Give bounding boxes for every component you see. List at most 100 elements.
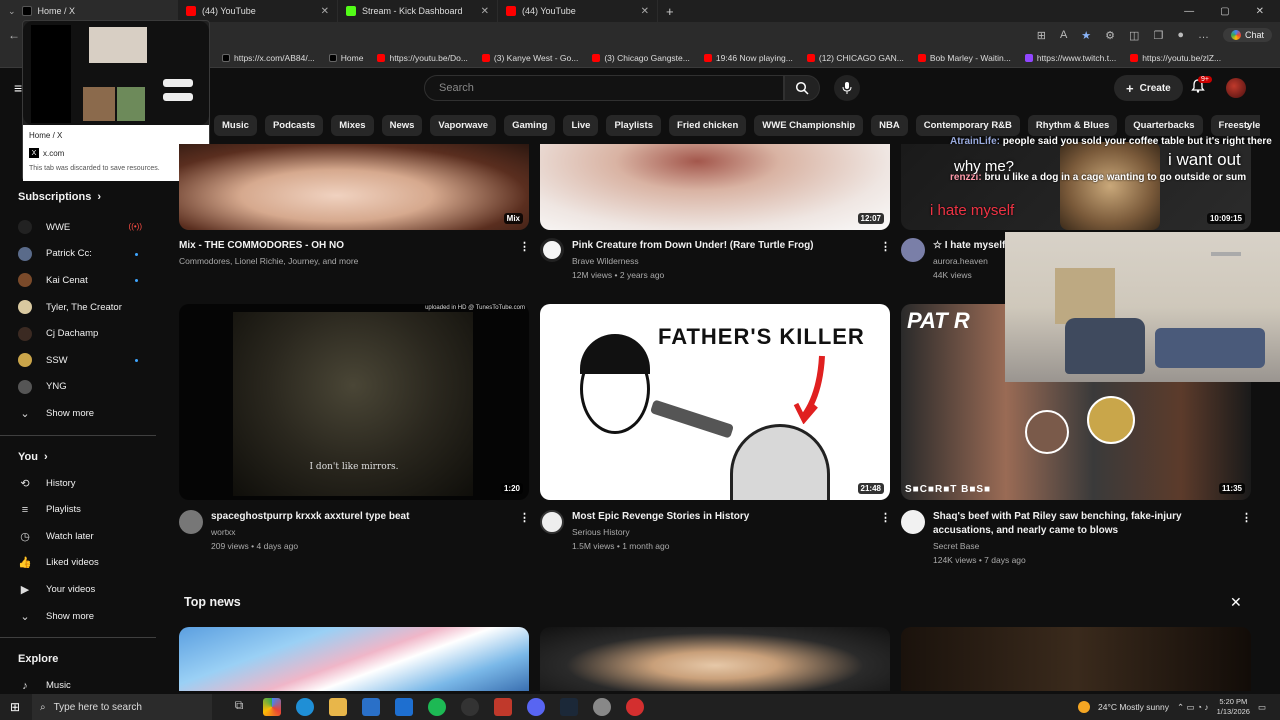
subscription-item[interactable]: Kai Cenat bbox=[0, 267, 160, 294]
category-chip[interactable]: Contemporary R&B bbox=[915, 114, 1020, 136]
app-icon[interactable] bbox=[494, 698, 512, 716]
favorites-star-icon[interactable]: ★ bbox=[1081, 29, 1091, 42]
account-avatar[interactable] bbox=[1226, 78, 1246, 98]
category-chip[interactable]: WWE Championship bbox=[754, 114, 864, 136]
channel-name[interactable]: Secret Base bbox=[933, 541, 979, 551]
split-screen-icon[interactable]: ◫ bbox=[1129, 29, 1139, 42]
category-chip[interactable]: Podcasts bbox=[264, 114, 324, 136]
close-tab-icon[interactable]: ✕ bbox=[481, 6, 489, 17]
bookmark-item[interactable]: https://www.twitch.t... bbox=[1024, 53, 1116, 63]
channel-name[interactable]: Serious History bbox=[572, 527, 630, 537]
you-header[interactable]: You › bbox=[0, 444, 160, 470]
tab-list-icon[interactable]: ⌄ bbox=[8, 6, 16, 17]
bookmark-item[interactable]: 19:46 Now playing... bbox=[703, 53, 793, 63]
bookmark-item[interactable]: (3) Kanye West - Go... bbox=[481, 53, 578, 63]
more-actions-icon[interactable]: ⋮ bbox=[1241, 511, 1252, 524]
category-chip[interactable]: Music bbox=[214, 114, 257, 136]
more-actions-icon[interactable]: ⋮ bbox=[519, 240, 530, 253]
video-title[interactable]: ☆ I hate myself bbox=[933, 240, 1005, 251]
close-tab-icon[interactable]: ✕ bbox=[321, 6, 329, 17]
copilot-chat-button[interactable]: Chat bbox=[1222, 28, 1272, 42]
more-actions-icon[interactable]: ⋮ bbox=[519, 511, 530, 524]
notification-center-icon[interactable]: ▭ bbox=[1258, 702, 1266, 713]
back-icon[interactable]: ← bbox=[8, 28, 20, 42]
category-chip[interactable]: Gaming bbox=[504, 114, 556, 136]
file-explorer-icon[interactable] bbox=[329, 698, 347, 716]
bookmark-item[interactable]: https://youtu.be/Do... bbox=[377, 53, 468, 63]
channel-name[interactable]: aurora.heaven bbox=[933, 256, 988, 266]
taskbar-search-input[interactable]: ⌕ Type here to search bbox=[32, 694, 212, 720]
show-more-you-button[interactable]: ⌄ Show more bbox=[0, 603, 160, 630]
create-button[interactable]: + Create bbox=[1114, 75, 1183, 101]
news-thumbnail[interactable] bbox=[540, 627, 890, 691]
subscription-item[interactable]: Patrick Cc: bbox=[0, 241, 160, 268]
video-title[interactable]: Shaq's beef with Pat Riley saw benching,… bbox=[933, 510, 1223, 538]
video-title[interactable]: Pink Creature from Down Under! (Rare Tur… bbox=[572, 240, 814, 251]
video-title[interactable]: Most Epic Revenge Stories in History bbox=[572, 511, 749, 522]
subscription-item[interactable]: Tyler, The Creator bbox=[0, 294, 160, 321]
search-button[interactable] bbox=[784, 75, 820, 101]
menu-icon[interactable]: ≡ bbox=[14, 80, 22, 96]
subscription-item[interactable]: WWE ((•)) bbox=[0, 214, 160, 241]
channel-avatar[interactable] bbox=[901, 510, 925, 534]
bookmark-item[interactable]: https://x.com/AB84/... bbox=[222, 53, 315, 63]
edge-icon[interactable] bbox=[296, 698, 314, 716]
sidebar-item[interactable]: 👍 Liked videos bbox=[0, 550, 160, 577]
search-input[interactable]: Search bbox=[424, 75, 784, 101]
browser-tab[interactable]: Stream - Kick Dashboard ✕ bbox=[338, 0, 498, 22]
category-chip[interactable]: Live bbox=[563, 114, 599, 136]
channel-avatar[interactable] bbox=[901, 238, 925, 262]
windows-start-icon[interactable]: ⊞ bbox=[10, 700, 20, 714]
spotify-icon[interactable] bbox=[428, 698, 446, 716]
extensions-icon[interactable]: ⚙ bbox=[1105, 29, 1115, 42]
browser-tab[interactable]: ⌄ Home / X bbox=[0, 0, 178, 22]
category-chip[interactable]: Mixes bbox=[331, 114, 374, 136]
subscription-item[interactable]: Cj Dachamp bbox=[0, 320, 160, 347]
collections-icon[interactable]: ❐ bbox=[1153, 29, 1163, 42]
more-actions-icon[interactable]: ⋮ bbox=[880, 240, 891, 253]
app-icon[interactable] bbox=[593, 698, 611, 716]
subscription-item[interactable]: SSW bbox=[0, 347, 160, 374]
channel-avatar[interactable] bbox=[179, 510, 203, 534]
sidebar-item[interactable]: ◷ Watch later bbox=[0, 523, 160, 550]
video-thumbnail[interactable]: FATHER'S KILLER 21:48 bbox=[540, 304, 890, 500]
minimize-icon[interactable]: — bbox=[1184, 6, 1194, 17]
clock[interactable]: 5:20 PM 1/13/2026 bbox=[1217, 697, 1250, 717]
bookmark-item[interactable]: (12) CHICAGO GAN... bbox=[806, 53, 904, 63]
channel-name[interactable]: wortxx bbox=[211, 527, 236, 537]
tray-icons[interactable]: ⌃ ▭ ◔ ♪ bbox=[1177, 702, 1209, 713]
discord-icon[interactable] bbox=[527, 698, 545, 716]
apps-icon[interactable]: ⊞ bbox=[1037, 29, 1046, 42]
bookmark-item[interactable]: Bob Marley - Waitin... bbox=[917, 53, 1011, 63]
dismiss-section-icon[interactable]: ✕ bbox=[1230, 594, 1242, 611]
category-chip[interactable]: Playlists bbox=[606, 114, 662, 136]
browser-tab[interactable]: (44) YouTube ✕ bbox=[178, 0, 338, 22]
show-more-subscriptions-button[interactable]: ⌄ Show more bbox=[0, 400, 160, 427]
channel-name[interactable]: Brave Wilderness bbox=[572, 256, 639, 266]
video-title[interactable]: Mix - THE COMMODORES - OH NO bbox=[179, 240, 344, 251]
mail-icon[interactable] bbox=[395, 698, 413, 716]
browser-tab[interactable]: (44) YouTube ✕ bbox=[498, 0, 658, 22]
close-window-icon[interactable]: ✕ bbox=[1256, 6, 1264, 17]
subscription-item[interactable]: YNG bbox=[0, 374, 160, 401]
category-chip[interactable]: Fried chicken bbox=[669, 114, 747, 136]
steam-icon[interactable] bbox=[560, 698, 578, 716]
store-icon[interactable] bbox=[362, 698, 380, 716]
subscriptions-header[interactable]: Subscriptions › bbox=[0, 180, 160, 214]
obs-icon[interactable] bbox=[461, 698, 479, 716]
category-chip[interactable]: Quarterbacks bbox=[1125, 114, 1203, 136]
category-chip[interactable]: News bbox=[381, 114, 423, 136]
new-tab-button[interactable]: + bbox=[658, 4, 682, 19]
close-tab-icon[interactable]: ✕ bbox=[641, 6, 649, 17]
more-actions-icon[interactable]: ⋮ bbox=[880, 511, 891, 524]
sidebar-item[interactable]: ≡ Playlists bbox=[0, 496, 160, 523]
chips-next-chevron-icon[interactable]: › bbox=[1238, 114, 1258, 136]
category-chip[interactable]: Rhythm & Blues bbox=[1027, 114, 1118, 136]
chrome-icon[interactable] bbox=[626, 698, 644, 716]
bookmark-item[interactable]: https://youtu.be/zlZ... bbox=[1130, 53, 1221, 63]
news-thumbnail[interactable] bbox=[901, 627, 1251, 691]
channel-avatar[interactable] bbox=[540, 238, 564, 262]
video-title[interactable]: spaceghostpurrp krxxk axxturel type beat bbox=[211, 511, 409, 522]
news-thumbnail[interactable] bbox=[179, 627, 529, 691]
weather-text[interactable]: 24°C Mostly sunny bbox=[1098, 702, 1169, 712]
